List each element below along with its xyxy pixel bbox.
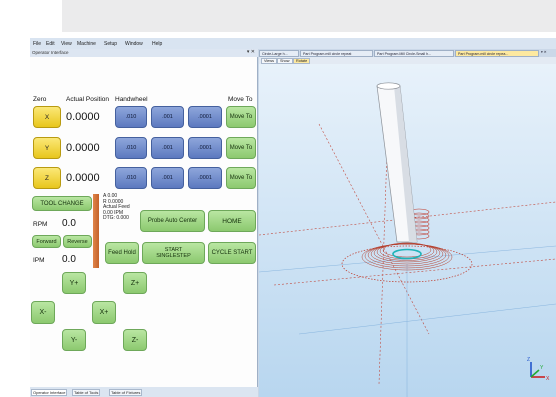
rpm-label: RPM — [33, 221, 48, 228]
home-button[interactable]: HOME — [208, 210, 256, 232]
probe-auto-center-button[interactable]: Probe Auto Center — [140, 210, 205, 232]
feed-override-bar[interactable] — [93, 194, 99, 268]
start-singlestep-button[interactable]: START SINGLESTEP — [142, 242, 205, 264]
z-handwheel-0001-button[interactable]: .0001 — [188, 167, 222, 189]
y-position-value: 0.0000 — [66, 142, 100, 154]
jog-y-plus-button[interactable]: Y+ — [62, 272, 86, 294]
operator-interface-panel: Operator Interface ▾ ✕ Zero Actual Posit… — [30, 49, 258, 387]
z-handwheel-010-button[interactable]: .010 — [115, 167, 147, 189]
menu-window[interactable]: Window — [125, 41, 143, 47]
toolpath-3d-view[interactable]: Z X Y — [259, 64, 556, 397]
menu-file[interactable]: File — [33, 41, 41, 47]
tab-operator-interface[interactable]: Operator Interface — [31, 389, 68, 396]
jog-x-minus-button[interactable]: X- — [31, 301, 55, 324]
x-position-value: 0.0000 — [66, 111, 100, 123]
y-move-to-button[interactable]: Move To — [226, 137, 256, 159]
panel-title-bar: Operator Interface ▾ ✕ — [30, 49, 258, 57]
x-handwheel-001-button[interactable]: .001 — [151, 106, 184, 128]
triad-y-label: Y — [540, 365, 544, 371]
zero-header: Zero — [33, 96, 47, 103]
z-position-value: 0.0000 — [66, 172, 100, 184]
x-handwheel-010-button[interactable]: .010 — [115, 106, 147, 128]
y-handwheel-010-button[interactable]: .010 — [115, 137, 147, 159]
actual-position-header: Actual Position — [66, 96, 109, 103]
grid-lines — [259, 245, 556, 397]
handwheel-header: Handwheel — [115, 96, 148, 103]
document-tabs: Circle-Large h... Part Program.mill circ… — [259, 49, 556, 57]
application-window: File Edit View Machine Setup Window Help… — [30, 38, 556, 397]
doc-close-icon[interactable]: ▾ ✕ — [541, 50, 547, 57]
jog-y-minus-button[interactable]: Y- — [62, 329, 86, 351]
toolpath-viewport[interactable]: Circle-Large h... Part Program.mill circ… — [259, 49, 556, 397]
y-handwheel-001-button[interactable]: .001 — [151, 137, 184, 159]
zero-z-button[interactable]: Z — [33, 167, 61, 189]
menu-view[interactable]: View — [61, 41, 72, 47]
jog-z-minus-button[interactable]: Z- — [123, 329, 147, 351]
panel-title: Operator Interface — [32, 50, 69, 55]
z-move-to-button[interactable]: Move To — [226, 167, 256, 189]
triad-x-label: X — [546, 376, 550, 382]
menu-bar: File Edit View Machine Setup Window Help — [30, 38, 556, 49]
x-move-to-button[interactable]: Move To — [226, 106, 256, 128]
move-to-header: Move To — [228, 96, 253, 103]
menu-setup[interactable]: Setup — [104, 41, 117, 47]
jog-z-plus-button[interactable]: Z+ — [123, 272, 147, 294]
menu-help[interactable]: Help — [152, 41, 162, 47]
menu-machine[interactable]: Machine — [77, 41, 96, 47]
triad-z-label: Z — [527, 357, 530, 363]
forward-button[interactable]: Forward — [32, 235, 61, 248]
feed-hold-button[interactable]: Feed Hold — [105, 242, 139, 264]
status-line-dtg: DTG: 0.000 — [103, 215, 129, 222]
doc-tab-mill-circle-repeat[interactable]: Part Program.mill circle repeat — [300, 50, 373, 57]
zero-x-button[interactable]: X — [33, 106, 61, 128]
rpm-value: 0.0 — [62, 218, 76, 229]
axis-triad-icon: Z X Y — [527, 357, 550, 382]
cutting-tool — [376, 82, 418, 243]
cycle-start-button[interactable]: CYCLE START — [208, 242, 256, 264]
tool-change-button[interactable]: TOOL CHANGE — [32, 196, 92, 211]
feed-status-readout: A 0.00 R 0.0000 Actual Feed 0.00 IPM DTG… — [103, 193, 130, 222]
reverse-button[interactable]: Reverse — [63, 235, 92, 248]
jog-x-plus-button[interactable]: X+ — [92, 301, 116, 324]
ipm-value: 0.0 — [62, 254, 76, 265]
y-handwheel-0001-button[interactable]: .0001 — [188, 137, 222, 159]
view-tabs: Views Show Rotate — [259, 57, 556, 64]
x-handwheel-0001-button[interactable]: .0001 — [188, 106, 222, 128]
panel-bottom-tabs: Operator Interface Table of Tools Table … — [30, 387, 258, 397]
doc-tab-circle-small[interactable]: Part Program.Mill Circle-Small h... — [374, 50, 454, 57]
ipm-label: IPM — [33, 257, 45, 264]
doc-tab-circle-large[interactable]: Circle-Large h... — [259, 50, 299, 57]
background-panel — [62, 0, 556, 32]
doc-tab-mill-circle-repeat-active[interactable]: Part Program.mill circle repea... — [455, 50, 539, 57]
menu-edit[interactable]: Edit — [46, 41, 55, 47]
z-handwheel-001-button[interactable]: .001 — [151, 167, 184, 189]
tab-table-of-fixtures[interactable]: Table of Fixtures — [109, 389, 143, 396]
zero-y-button[interactable]: Y — [33, 137, 61, 159]
tab-table-of-tools[interactable]: Table of Tools — [72, 389, 101, 396]
start-singlestep-line2: SINGLESTEP — [156, 253, 191, 259]
panel-pin-close-icon[interactable]: ▾ ✕ — [247, 49, 255, 55]
